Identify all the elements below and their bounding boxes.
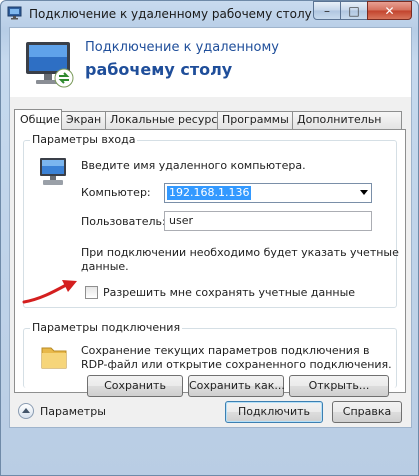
folder-icon <box>41 347 67 369</box>
tab-label: Экран <box>66 113 102 126</box>
general-tab-panel: Параметры входа Введите имя удаленного к… <box>14 129 406 393</box>
close-button[interactable]: ✕ <box>367 1 412 20</box>
computer-prompt: Введите имя удаленного компьютера. <box>81 159 306 172</box>
save-as-button[interactable]: Сохранить как... <box>188 375 285 397</box>
tab-label: Программы <box>222 113 289 126</box>
computer-combobox[interactable]: 192.168.1.136 <box>164 183 372 203</box>
tab-label: Дополнительн <box>297 113 382 126</box>
red-arrow-icon <box>22 280 77 304</box>
logon-group-title: Параметры входа <box>30 133 138 146</box>
minimize-button[interactable]: – <box>313 1 341 20</box>
tab-label: Общие <box>20 113 60 126</box>
connect-button[interactable]: Подключить <box>225 401 323 423</box>
tab-local-resources[interactable]: Локальные ресурсы <box>105 111 218 129</box>
dropdown-arrow-icon[interactable] <box>360 190 368 195</box>
monitor-icon <box>26 42 74 88</box>
minimize-icon: – <box>324 4 330 18</box>
dialog-body: Общие Экран Локальные ресурсы Программы … <box>9 97 412 428</box>
user-label: Пользователь: <box>81 215 166 228</box>
options-toggle-button[interactable] <box>18 403 34 419</box>
tab-display[interactable]: Экран <box>61 111 106 129</box>
save-button[interactable]: Сохранить <box>87 375 183 397</box>
tab-advanced[interactable]: Дополнительн <box>292 111 402 129</box>
connection-desc-line1: Сохранение текущих параметров подключени… <box>81 344 370 357</box>
header-banner: Подключение к удаленному рабочему столу <box>9 27 412 98</box>
tab-label: Локальные ресурсы <box>110 113 218 126</box>
help-button[interactable]: Справка <box>332 401 402 423</box>
chevron-up-icon <box>22 408 30 413</box>
credentials-note-line2: данные. <box>81 260 129 273</box>
tab-general[interactable]: Общие <box>14 109 62 130</box>
user-name-field[interactable]: user <box>164 211 372 231</box>
remote-desktop-icon <box>7 6 22 20</box>
connection-group-title: Параметры подключения <box>30 321 183 334</box>
tab-programs[interactable]: Программы <box>217 111 293 129</box>
options-label[interactable]: Параметры <box>40 405 106 418</box>
title-bar[interactable]: Подключение к удаленному рабочему столу … <box>1 1 418 27</box>
maximize-icon: □ <box>348 4 360 18</box>
maximize-button[interactable]: □ <box>340 1 368 20</box>
banner-title-line2: рабочему столу <box>85 60 233 79</box>
credentials-note-line1: При подключении необходимо будет указать… <box>81 246 399 259</box>
close-icon: ✕ <box>384 4 395 18</box>
computer-value: 192.168.1.136 <box>167 186 252 200</box>
computer-label: Компьютер: <box>81 186 151 199</box>
window-title: Подключение к удаленному рабочему столу <box>29 7 312 21</box>
open-button[interactable]: Открыть... <box>289 375 389 397</box>
connection-desc-line2: RDP-файл или открытие сохраненного подкл… <box>81 358 392 371</box>
rdp-window: Подключение к удаленному рабочему столу … <box>0 0 419 476</box>
banner-title-line1: Подключение к удаленному <box>85 40 279 55</box>
allow-save-credentials-checkbox[interactable] <box>85 286 98 299</box>
computer-icon <box>40 158 66 185</box>
allow-save-credentials-label[interactable]: Разрешить мне сохранять учетные данные <box>103 286 355 299</box>
